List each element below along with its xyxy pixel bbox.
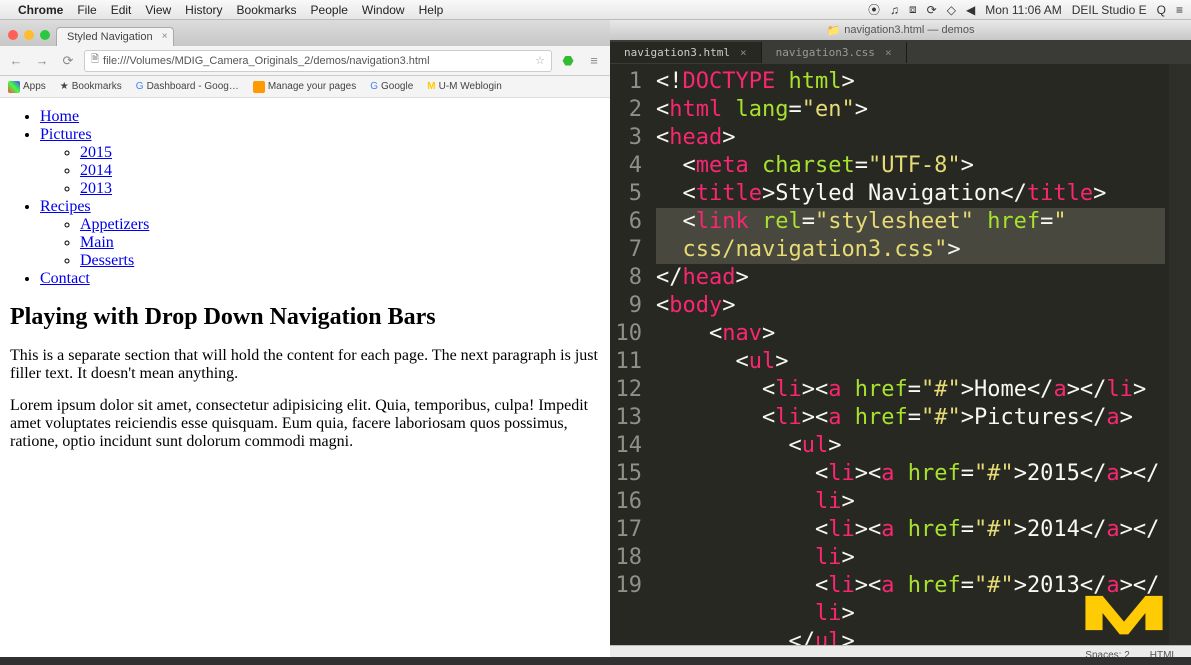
- michigan-logo: [1079, 583, 1169, 643]
- menubar-user[interactable]: DEIL Studio E: [1072, 3, 1147, 17]
- mac-menubar: Chrome File Edit View History Bookmarks …: [0, 0, 1191, 20]
- nav-link-pictures[interactable]: Pictures: [40, 126, 92, 143]
- folder-icon: 📁: [827, 24, 841, 37]
- spotlight-icon[interactable]: Q: [1157, 3, 1166, 17]
- code-text[interactable]: <!DOCTYPE html><html lang="en"><head> <m…: [650, 64, 1169, 645]
- dropbox-icon[interactable]: ⧈: [909, 2, 917, 17]
- sync-icon[interactable]: ⟳: [927, 3, 937, 17]
- editor-tab[interactable]: navigation3.css×: [762, 42, 907, 63]
- bookmark-star-icon[interactable]: ☆: [535, 54, 545, 67]
- line-gutter: 12345678910111213141516171819: [610, 64, 650, 645]
- nav-sublink[interactable]: Desserts: [80, 252, 134, 269]
- page-paragraph: This is a separate section that will hol…: [10, 347, 600, 383]
- menubar-app[interactable]: Chrome: [18, 3, 63, 17]
- volume-icon[interactable]: ♫: [890, 3, 899, 17]
- close-tab-icon[interactable]: ×: [885, 46, 892, 59]
- tab-title: Styled Navigation: [67, 31, 153, 43]
- screenrec-icon[interactable]: ⦿: [868, 1, 880, 18]
- close-tab-icon[interactable]: ×: [162, 31, 168, 42]
- bookmark-item[interactable]: Manage your pages: [253, 81, 356, 93]
- notification-icon[interactable]: ≡: [1176, 3, 1183, 17]
- bookmark-item[interactable]: GGoogle: [370, 81, 413, 92]
- menubar-item[interactable]: People: [311, 3, 348, 17]
- editor-titlebar: 📁 navigation3.html — demos: [610, 20, 1191, 40]
- browser-tab[interactable]: Styled Navigation ×: [56, 27, 174, 46]
- editor-tabs: navigation3.html× navigation3.css×: [610, 40, 1191, 64]
- nav-sublink[interactable]: 2013: [80, 180, 112, 197]
- nav-link-recipes[interactable]: Recipes: [40, 198, 91, 215]
- editor-tab-active[interactable]: navigation3.html×: [610, 42, 762, 63]
- nav-sublink[interactable]: 2015: [80, 144, 112, 161]
- menubar-item[interactable]: Bookmarks: [237, 3, 297, 17]
- bookmarks-bar: Apps ★Bookmarks GDashboard - Goog… Manag…: [0, 76, 610, 98]
- code-area[interactable]: 12345678910111213141516171819 <!DOCTYPE …: [610, 64, 1191, 645]
- chrome-toolbar: ← → ⟳ 🗎 file:///Volumes/MDIG_Camera_Orig…: [0, 46, 610, 76]
- nav-link-home[interactable]: Home: [40, 108, 79, 125]
- speaker-icon[interactable]: ◀: [966, 3, 975, 17]
- nav-link-contact[interactable]: Contact: [40, 270, 90, 287]
- nav-sublink[interactable]: Main: [80, 234, 114, 251]
- menubar-item[interactable]: History: [185, 3, 222, 17]
- menubar-item[interactable]: View: [145, 3, 171, 17]
- apps-button[interactable]: Apps: [8, 81, 46, 93]
- chrome-window: Styled Navigation × ← → ⟳ 🗎 file:///Volu…: [0, 20, 610, 665]
- file-icon: 🗎: [91, 52, 99, 69]
- page-content: Home Pictures 2015 2014 2013 Recipes App…: [0, 98, 610, 665]
- menubar-item[interactable]: Edit: [111, 3, 132, 17]
- url-text: file:///Volumes/MDIG_Camera_Originals_2/…: [103, 55, 429, 67]
- extension-icon[interactable]: ⬣: [558, 51, 578, 71]
- minimap[interactable]: [1169, 64, 1191, 645]
- page-heading: Playing with Drop Down Navigation Bars: [10, 304, 600, 331]
- wifi-icon[interactable]: ◇: [947, 3, 956, 17]
- menubar-clock[interactable]: Mon 11:06 AM: [985, 3, 1062, 17]
- menubar-item[interactable]: File: [77, 3, 96, 17]
- menubar-item[interactable]: Window: [362, 3, 405, 17]
- nav-sublink[interactable]: 2014: [80, 162, 112, 179]
- page-paragraph: Lorem ipsum dolor sit amet, consectetur …: [10, 397, 600, 451]
- url-bar[interactable]: 🗎 file:///Volumes/MDIG_Camera_Originals_…: [84, 50, 552, 72]
- bookmark-item[interactable]: MU-M Weblogin: [427, 81, 502, 92]
- menubar-item[interactable]: Help: [419, 3, 444, 17]
- code-editor-window: 📁 navigation3.html — demos navigation3.h…: [610, 20, 1191, 665]
- nav-sublink[interactable]: Appetizers: [80, 216, 149, 233]
- back-button[interactable]: ←: [6, 51, 26, 71]
- close-window-icon[interactable]: [8, 30, 18, 40]
- chrome-tabstrip: Styled Navigation ×: [0, 20, 610, 46]
- nav-list: Home Pictures 2015 2014 2013 Recipes App…: [40, 108, 600, 288]
- menu-icon[interactable]: ≡: [584, 51, 604, 71]
- minimize-window-icon[interactable]: [24, 30, 34, 40]
- bookmark-item[interactable]: GDashboard - Goog…: [136, 81, 239, 92]
- reload-button[interactable]: ⟳: [58, 51, 78, 71]
- bottom-bar: [0, 657, 1191, 665]
- zoom-window-icon[interactable]: [40, 30, 50, 40]
- bookmark-item[interactable]: ★Bookmarks: [60, 81, 122, 92]
- close-tab-icon[interactable]: ×: [740, 46, 747, 59]
- forward-button[interactable]: →: [32, 51, 52, 71]
